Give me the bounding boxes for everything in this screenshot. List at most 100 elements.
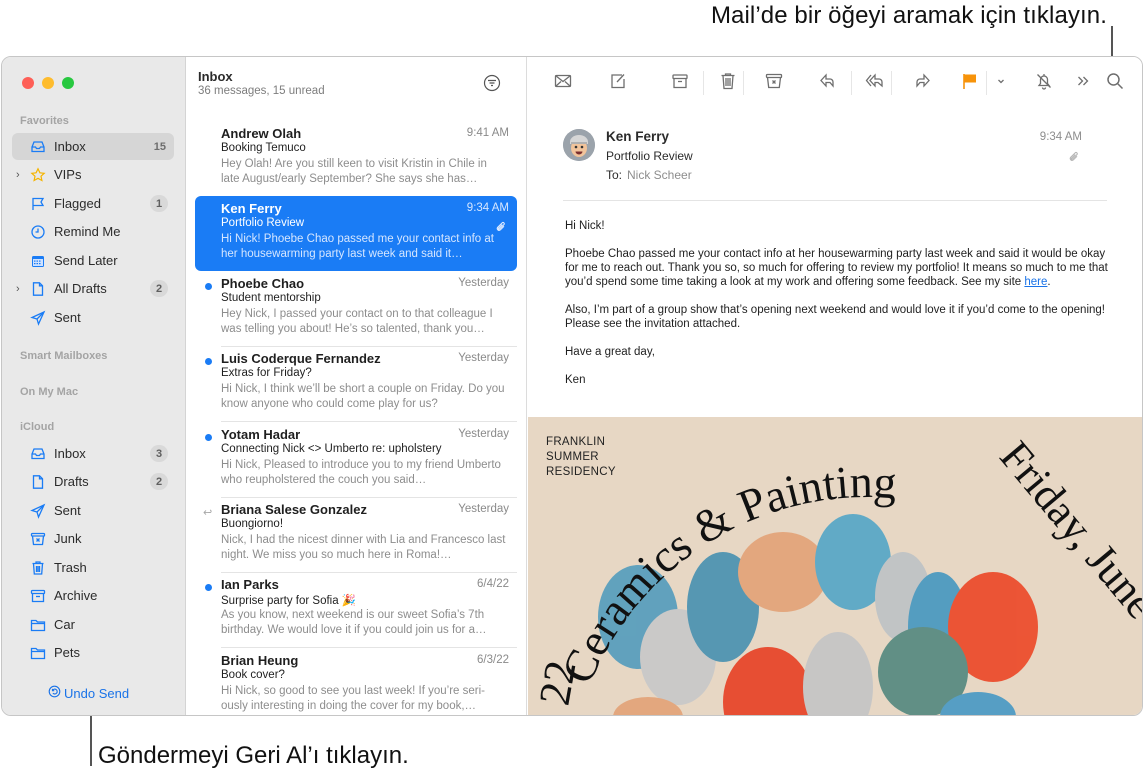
flag-button[interactable] <box>960 73 980 93</box>
section-favorites: Favorites <box>20 115 69 127</box>
flag-menu-button[interactable] <box>991 73 1011 93</box>
toolbar-divider <box>891 71 892 95</box>
star-icon <box>30 166 46 183</box>
paperclip-icon <box>1068 150 1080 162</box>
archive-icon <box>670 71 690 96</box>
chevron-right-icon[interactable]: › <box>16 283 20 295</box>
toolbar <box>528 57 1142 109</box>
filter-icon <box>483 74 501 96</box>
forward-button[interactable] <box>912 71 932 96</box>
zoom-button[interactable] <box>62 77 74 89</box>
section-smart-mailboxes[interactable]: Smart Mailboxes <box>20 350 107 362</box>
section-on-my-mac[interactable]: On My Mac <box>20 386 78 398</box>
sidebar-item-all-drafts[interactable]: › All Drafts 2 <box>12 275 174 302</box>
message-row[interactable]: Brian Heung 6/3/22 Book cover? Hi Nick, … <box>195 648 517 715</box>
chevron-down-icon <box>991 71 1011 96</box>
compose-button[interactable] <box>608 73 628 93</box>
compose-icon <box>608 71 628 96</box>
unread-dot <box>205 283 212 290</box>
message-row[interactable]: Ian Parks 6/4/22 Surprise party for Sofi… <box>195 572 517 648</box>
unread-dot <box>205 434 212 441</box>
avatar <box>563 129 595 161</box>
unread-dot <box>205 584 212 591</box>
archive-button[interactable] <box>670 73 690 93</box>
sidebar-item-pets[interactable]: Pets <box>12 639 174 666</box>
toolbar-divider <box>986 71 987 95</box>
sidebar-item-junk[interactable]: Junk <box>12 525 174 552</box>
paper-plane-icon <box>30 310 46 326</box>
reply-all-button[interactable] <box>865 71 885 96</box>
unread-dot <box>205 358 212 365</box>
count-badge: 2 <box>150 280 168 297</box>
paperclip-icon <box>495 220 507 232</box>
reply-button[interactable] <box>818 71 838 96</box>
folder-icon <box>30 645 46 661</box>
sidebar-item-trash[interactable]: Trash <box>12 554 174 581</box>
message-body: Hi Nick! Phoebe Chao passed me your cont… <box>565 220 1108 386</box>
search-button[interactable] <box>1105 71 1125 96</box>
replied-icon: ↩ <box>203 507 213 519</box>
message-row[interactable]: ↩ Briana Salese Gonzalez Yesterday Buong… <box>195 497 517 573</box>
folder-icon <box>30 617 46 633</box>
callout-undo: Göndermeyi Geri Al’ı tıklayın. <box>98 742 409 769</box>
envelope-icon <box>553 71 573 96</box>
calendar-icon <box>30 253 46 269</box>
count-badge: 1 <box>150 195 168 212</box>
inbox-icon <box>30 139 46 155</box>
get-mail-button[interactable] <box>553 73 573 93</box>
undo-send-button[interactable]: Undo Send <box>48 685 129 701</box>
filter-button[interactable] <box>483 74 501 92</box>
poster-artwork: Ceramics & Painting Friday, June 22 <box>530 432 1142 715</box>
junk-icon <box>764 71 784 96</box>
recipient-name[interactable]: Nick Scheer <box>627 168 692 182</box>
document-icon <box>30 474 46 490</box>
message-row[interactable]: Phoebe Chao Yesterday Student mentorship… <box>195 271 517 347</box>
sidebar-item-inbox[interactable]: Inbox 15 <box>12 133 174 160</box>
more-button[interactable] <box>1073 73 1093 93</box>
delete-button[interactable] <box>718 72 738 93</box>
count-badge: 3 <box>150 445 168 462</box>
inbox-icon <box>30 446 46 462</box>
forward-icon <box>912 71 932 96</box>
message-row[interactable]: Andrew Olah 9:41 AM Booking Temuco Hey O… <box>195 121 517 196</box>
message-viewer: Ken Ferry Portfolio Review To: Nick Schee… <box>528 57 1142 715</box>
paper-plane-icon <box>30 503 46 519</box>
toolbar-divider <box>703 71 704 95</box>
message-subject: Portfolio Review <box>606 149 693 163</box>
sidebar-item-send-later[interactable]: Send Later <box>12 247 174 274</box>
reply-all-icon <box>865 71 885 96</box>
junk-button[interactable] <box>764 73 784 93</box>
message-time: 9:34 AM <box>1039 131 1082 143</box>
minimize-button[interactable] <box>42 77 54 89</box>
clock-icon <box>30 224 46 240</box>
chevron-right-icon[interactable]: › <box>16 169 20 181</box>
message-row[interactable]: Yotam Hadar Yesterday Connecting Nick <>… <box>195 422 517 498</box>
mute-button[interactable] <box>1034 73 1054 93</box>
sidebar-item-icloud-inbox[interactable]: Inbox 3 <box>12 440 174 467</box>
count-badge: 2 <box>150 473 168 490</box>
close-button[interactable] <box>22 77 34 89</box>
site-link[interactable]: here <box>1024 276 1047 288</box>
search-icon <box>1105 71 1125 96</box>
sidebar-item-remind-me[interactable]: Remind Me <box>12 218 174 245</box>
reply-icon <box>818 71 838 96</box>
sidebar-item-sent[interactable]: Sent <box>12 304 174 331</box>
section-icloud[interactable]: iCloud <box>20 421 54 433</box>
sidebar-item-icloud-sent[interactable]: Sent <box>12 497 174 524</box>
sidebar-item-car[interactable]: Car <box>12 611 174 638</box>
message-row[interactable]: Luis Coderque Fernandez Yesterday Extras… <box>195 346 517 422</box>
toolbar-divider <box>743 71 744 95</box>
invitation-attachment[interactable]: FRANKLIN SUMMER RESIDENCY Ceramics & Pai… <box>528 417 1142 715</box>
sidebar-item-icloud-drafts[interactable]: Drafts 2 <box>12 468 174 495</box>
sender-name[interactable]: Ken Ferry <box>606 129 669 144</box>
sidebar: Favorites Inbox 15 › VIPs Flagged 1 Remi… <box>2 57 186 715</box>
archive-icon <box>30 588 46 604</box>
message-list: Inbox 36 messages, 15 unread Andrew Olah… <box>187 57 527 715</box>
sidebar-item-flagged[interactable]: Flagged 1 <box>12 190 174 217</box>
sidebar-item-archive[interactable]: Archive <box>12 582 174 609</box>
toolbar-divider <box>851 71 852 95</box>
window-controls <box>22 77 74 89</box>
message-row-selected[interactable]: Ken Ferry 9:34 AM Portfolio Review Hi Ni… <box>195 196 517 271</box>
sidebar-item-vips[interactable]: › VIPs <box>12 161 174 188</box>
flag-icon <box>30 196 46 212</box>
